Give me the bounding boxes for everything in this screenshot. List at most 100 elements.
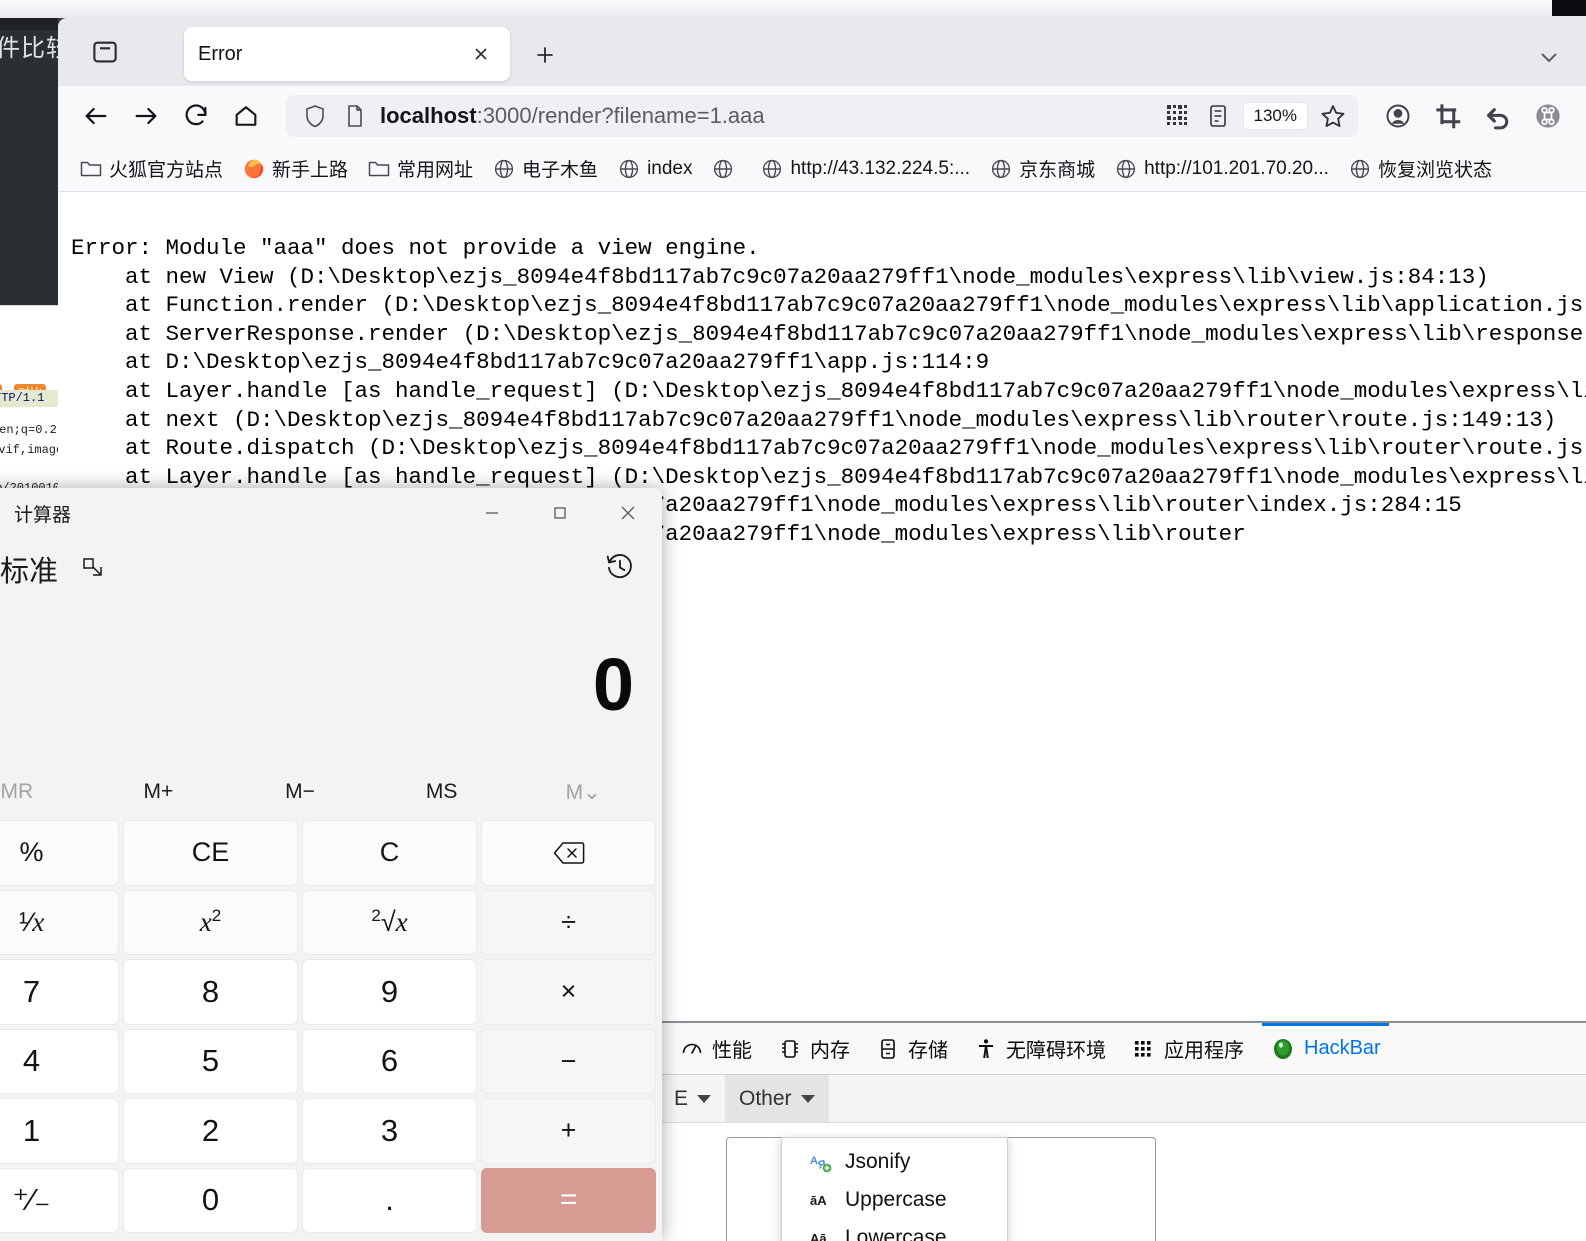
page-icon[interactable] — [340, 101, 370, 131]
devtools-tab-performance[interactable]: 性能 — [680, 1023, 752, 1074]
bookmark-label-1: 新手上路 — [272, 160, 349, 181]
address-bar[interactable]: localhost:3000/render?filename=1.aaa 130… — [286, 95, 1358, 137]
globe-icon — [1350, 159, 1370, 178]
key-plus-minus[interactable]: ⁺⁄₋ — [0, 1167, 119, 1233]
bookmark-item-3[interactable]: 电子木鱼 — [485, 151, 606, 186]
key-9[interactable]: 9 — [302, 959, 477, 1025]
firefox-view-button[interactable] — [66, 26, 144, 78]
maximize-button[interactable] — [526, 488, 594, 538]
memory-list-button[interactable]: M⌄ — [512, 780, 654, 805]
bookmark-item-9[interactable]: 恢复浏览状态 — [1341, 151, 1500, 186]
forward-button[interactable] — [124, 94, 168, 138]
key-1[interactable]: 1 — [0, 1098, 119, 1164]
key-8[interactable]: 8 — [123, 959, 298, 1025]
bookmark-label-9: 恢复浏览状态 — [1377, 160, 1492, 181]
calculator-title-bar[interactable]: 计算器 — [0, 488, 662, 538]
key-clear[interactable]: C — [302, 820, 477, 886]
globe-icon — [619, 159, 639, 178]
key-multiply[interactable]: × — [481, 959, 656, 1025]
key-4[interactable]: 4 — [0, 1028, 119, 1094]
screenshot-button[interactable] — [1426, 94, 1470, 138]
uppercase-icon: āA — [810, 1193, 827, 1208]
history-button[interactable] — [604, 551, 636, 588]
bookmark-item-8[interactable]: http://101.201.70.20... — [1107, 154, 1337, 184]
key-square-root[interactable]: 2√x — [302, 889, 477, 955]
address-bar-host: localhost — [380, 103, 477, 128]
browser-navigation-toolbar: localhost:3000/render?filename=1.aaa 130… — [58, 86, 1586, 146]
forward-arrow-icon — [135, 107, 157, 125]
lowercase-icon: Aā — [810, 1231, 827, 1241]
star-icon[interactable] — [1318, 101, 1348, 131]
account-button[interactable] — [1376, 94, 1420, 138]
menu-item-lowercase[interactable]: Aā Lowercase — [782, 1219, 1007, 1241]
close-button[interactable] — [594, 488, 662, 538]
memory-store-button[interactable]: MS — [371, 780, 513, 804]
bookmark-item-1[interactable]: 新手上路 — [235, 151, 356, 186]
bookmark-label-8: http://101.201.70.20... — [1144, 157, 1329, 179]
zoom-level-badge[interactable]: 130% — [1242, 102, 1308, 130]
new-tab-button[interactable] — [528, 38, 562, 72]
key-3[interactable]: 3 — [302, 1098, 477, 1164]
reload-button[interactable] — [174, 94, 218, 138]
backspace-icon — [553, 842, 584, 864]
hackbar-menu-other[interactable]: Other — [725, 1075, 829, 1122]
memory-recall-button[interactable]: MR — [0, 780, 88, 804]
key-reciprocal[interactable]: ¹⁄x — [0, 889, 119, 955]
menu-item-uppercase[interactable]: āA Uppercase — [782, 1181, 1007, 1219]
key-clear-entry[interactable]: CE — [123, 820, 298, 886]
browser-tab[interactable]: Error — [184, 27, 510, 81]
address-bar-path: :3000/render?filename=1.aaa — [476, 103, 765, 128]
memory-subtract-button[interactable]: M− — [229, 780, 371, 804]
home-icon — [235, 106, 257, 126]
extension-badge-icon — [1536, 104, 1560, 128]
key-add[interactable]: + — [481, 1098, 656, 1164]
key-6[interactable]: 6 — [302, 1028, 477, 1094]
key-divide[interactable]: ÷ — [481, 889, 656, 955]
devtools-tab-storage[interactable]: 存储 — [876, 1023, 948, 1074]
minimize-button[interactable] — [458, 488, 526, 538]
folder-icon — [80, 161, 102, 176]
menu-item-jsonify[interactable]: A Я Jsonify — [782, 1143, 1007, 1181]
bookmark-item-4[interactable]: index — [610, 154, 700, 184]
key-subtract[interactable]: − — [481, 1028, 656, 1094]
resize-handle-icon[interactable] — [1136, 1237, 1152, 1241]
calculator-memory-row: MR M+ M− MS M⌄ — [0, 768, 662, 816]
devtools-tab-memory[interactable]: 内存 — [778, 1023, 850, 1074]
key-7[interactable]: 7 — [0, 959, 119, 1025]
bookmark-item-0[interactable]: 火狐官方站点 — [72, 151, 231, 186]
key-square[interactable]: x2 — [123, 889, 298, 955]
devtools-tab-accessibility[interactable]: 无障碍环境 — [974, 1023, 1106, 1074]
caret-down-icon — [697, 1094, 712, 1103]
hackbar-menu-e[interactable]: E — [660, 1075, 725, 1122]
key-5[interactable]: 5 — [123, 1028, 298, 1094]
bookmark-item-6[interactable]: http://43.132.224.5:... — [753, 154, 978, 184]
key-2[interactable]: 2 — [123, 1098, 298, 1164]
performance-icon — [682, 1043, 702, 1054]
shield-icon[interactable] — [300, 101, 330, 131]
back-arrow-icon — [85, 107, 107, 125]
back-button[interactable] — [74, 94, 118, 138]
calculator-keypad: % CE C ¹⁄x x2 2√x ÷ 7 8 9 × 4 5 6 − 1 2 … — [0, 816, 662, 1241]
reader-view-icon[interactable] — [1203, 101, 1233, 131]
undo-button[interactable] — [1476, 94, 1520, 138]
globe-icon — [763, 159, 782, 178]
devtools-tab-hackbar[interactable]: HackBar — [1262, 1023, 1389, 1074]
memory-add-button[interactable]: M+ — [88, 780, 230, 804]
extensions-button[interactable] — [1526, 94, 1570, 138]
browser-tab-title: Error — [198, 42, 243, 65]
keep-on-top-button[interactable] — [80, 554, 106, 585]
key-decimal[interactable]: . — [302, 1167, 477, 1233]
key-equals[interactable]: = — [481, 1167, 656, 1233]
calculator-window: 计算器 标准 0 MR M+ M− MS M⌄ % CE C ¹⁄x x2 2√… — [0, 488, 662, 1241]
key-percent[interactable]: % — [0, 820, 119, 886]
list-all-tabs-button[interactable] — [1534, 46, 1564, 68]
bookmark-item-5[interactable] — [704, 154, 749, 184]
bookmark-item-2[interactable]: 常用网址 — [360, 151, 481, 186]
devtools-tab-application[interactable]: 应用程序 — [1132, 1023, 1244, 1074]
key-0[interactable]: 0 — [123, 1167, 298, 1233]
key-backspace[interactable] — [481, 820, 656, 886]
home-button[interactable] — [224, 94, 268, 138]
close-icon[interactable] — [466, 39, 496, 69]
bookmark-item-7[interactable]: 京东商城 — [982, 151, 1103, 186]
qr-code-icon[interactable] — [1163, 101, 1193, 131]
